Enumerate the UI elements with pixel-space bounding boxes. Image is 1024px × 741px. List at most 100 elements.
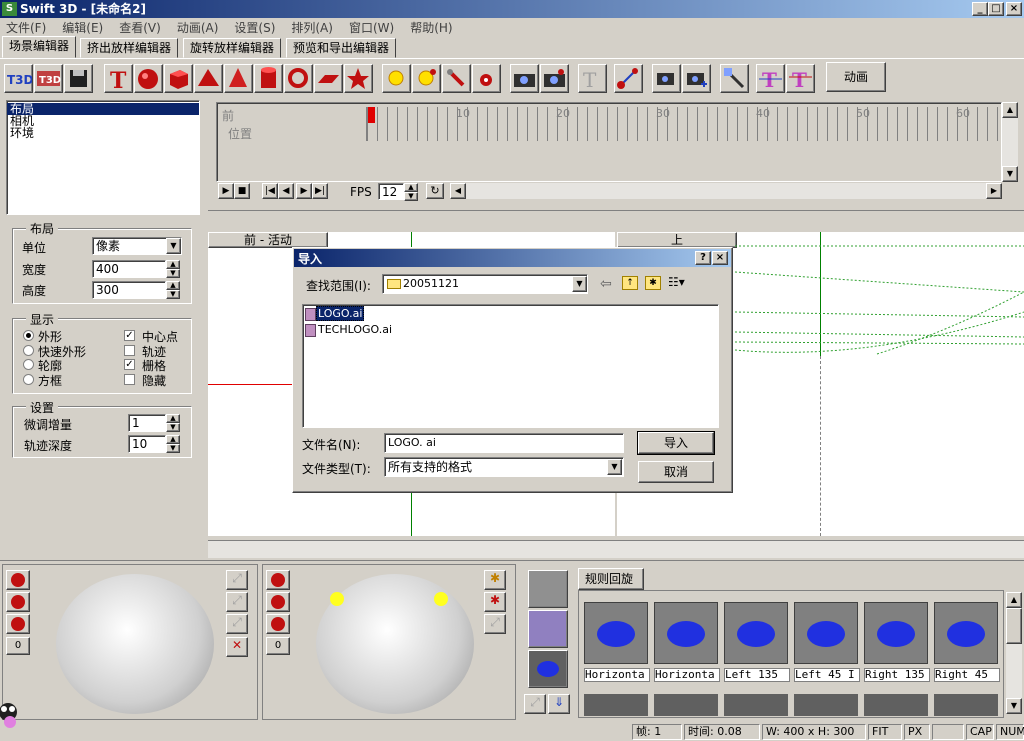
file-item-techlogo[interactable]: TECHLOGO.ai (305, 324, 394, 338)
unit-dropdown-icon[interactable]: ▼ (166, 238, 181, 254)
camera-target-icon[interactable] (540, 64, 569, 93)
trail-depth-stepper[interactable]: ▲ ▼ (166, 435, 180, 453)
reset-rotation-button[interactable]: 0 (6, 637, 30, 655)
text-edit-icon[interactable]: T (578, 64, 607, 93)
check-trail[interactable] (124, 345, 135, 356)
tree-item-camera[interactable]: 相机 (7, 115, 199, 127)
spot-light-icon[interactable] (442, 64, 471, 93)
path-node-icon[interactable] (614, 64, 643, 93)
light-handle-1[interactable] (330, 592, 344, 606)
front-viewport-header[interactable]: 前 - 活动 (208, 232, 328, 248)
text-magenta-icon[interactable]: T (756, 64, 785, 93)
filetype-dropdown-icon[interactable]: ▼ (607, 459, 622, 475)
next-frame-button[interactable]: ▶ (296, 183, 312, 199)
dialog-help-button[interactable]: ? (695, 251, 711, 265)
cylinder-icon[interactable] (254, 64, 283, 93)
torus-icon[interactable] (284, 64, 313, 93)
width-stepper[interactable]: ▲ ▼ (166, 260, 180, 278)
text-3d-alt-icon[interactable]: T3D (34, 64, 63, 93)
lookin-dropdown-icon[interactable]: ▼ (572, 276, 587, 292)
check-hidden[interactable] (124, 374, 135, 385)
add-light-button[interactable]: ✱ (484, 570, 506, 590)
light-rotate-z-button[interactable] (266, 614, 290, 634)
sphere-icon[interactable] (134, 64, 163, 93)
light-reset-button[interactable]: 0 (266, 637, 290, 655)
vscroll-up-button[interactable]: ▲ (1002, 102, 1018, 118)
last-frame-button[interactable]: ▶| (312, 183, 328, 199)
rotate-y-button[interactable] (6, 592, 30, 612)
gallery-scroll-thumb[interactable] (1006, 608, 1022, 644)
loop-icon[interactable]: ↻ (426, 183, 444, 199)
radio-fast-shape[interactable] (23, 345, 34, 356)
light-rotate-y-button[interactable] (266, 592, 290, 612)
gallery-thumb[interactable] (724, 602, 788, 664)
new-folder-icon[interactable]: ✱ (645, 276, 661, 290)
width-input[interactable]: 400 (92, 260, 166, 278)
nudge-stepper[interactable]: ▲ ▼ (166, 414, 180, 432)
light-option-button[interactable]: ⤢ (484, 614, 506, 634)
file-item-logo[interactable]: LOGO.ai (305, 306, 365, 322)
fps-input[interactable]: 12 (378, 183, 404, 200)
light-handle-2[interactable] (434, 592, 448, 606)
menu-help[interactable]: 帮助(H) (410, 21, 452, 35)
text-magenta-alt-icon[interactable]: T (786, 64, 815, 93)
gallery-material-button[interactable] (528, 570, 568, 608)
lock-axis-3-button[interactable]: ⤢ (226, 614, 248, 634)
menu-arrange[interactable]: 排列(A) (291, 21, 333, 35)
camera-view-icon[interactable] (652, 64, 681, 93)
height-stepper[interactable]: ▲ ▼ (166, 281, 180, 299)
lookin-select[interactable]: 20051121 (382, 274, 588, 294)
gallery-thumb[interactable] (654, 602, 718, 664)
restore-button[interactable]: □ (988, 2, 1004, 16)
rotate-x-button[interactable] (6, 570, 30, 590)
lock-axis-button[interactable]: ⤢ (226, 570, 248, 590)
light-rotate-x-button[interactable] (266, 570, 290, 590)
menu-edit[interactable]: 编辑(E) (62, 21, 103, 35)
scene-tree[interactable]: 布局 相机 环境 (6, 100, 200, 215)
minimize-button[interactable]: _ (972, 2, 988, 16)
animate-button[interactable]: 动画 (826, 62, 886, 92)
tab-preview-export[interactable]: 预览和导出编辑器 (286, 38, 397, 58)
menu-window[interactable]: 窗口(W) (349, 21, 394, 35)
gallery-animation-button[interactable] (528, 650, 568, 688)
tab-lathe-editor[interactable]: 旋转放样编辑器 (183, 38, 282, 58)
cone-icon[interactable] (224, 64, 253, 93)
trail-depth-input[interactable]: 10 (128, 435, 166, 453)
prev-frame-button[interactable]: ◀ (278, 183, 294, 199)
dialog-close-button[interactable]: × (712, 251, 728, 265)
gallery-thumb[interactable] (934, 602, 998, 664)
timeline-playhead[interactable] (368, 107, 375, 123)
gallery-tab[interactable]: 规则回旋 (578, 568, 644, 590)
gallery-drop-button[interactable]: ⇓ (548, 694, 570, 714)
close-button[interactable]: × (1006, 2, 1022, 16)
rotate-z-button[interactable] (6, 614, 30, 634)
tab-extrude-editor[interactable]: 挤出放样编辑器 (80, 38, 179, 58)
tree-item-environment[interactable]: 环境 (7, 127, 199, 139)
view-menu-icon[interactable]: ☷▾ (668, 276, 690, 290)
menu-view[interactable]: 查看(V) (119, 21, 161, 35)
star-icon[interactable] (344, 64, 373, 93)
filename-input[interactable]: LOGO. ai (384, 433, 624, 453)
pyramid-icon[interactable] (194, 64, 223, 93)
menu-animation[interactable]: 动画(A) (177, 21, 219, 35)
light-icon[interactable] (382, 64, 411, 93)
first-frame-button[interactable]: |◀ (262, 183, 278, 199)
light-point-icon[interactable] (412, 64, 441, 93)
menu-settings[interactable]: 设置(S) (234, 21, 275, 35)
gallery-apply-button[interactable]: ⤢ (524, 694, 546, 714)
radio-outline[interactable] (23, 359, 34, 370)
play-button[interactable]: ▶ (218, 183, 234, 199)
gallery-thumb[interactable] (864, 602, 928, 664)
radio-shape[interactable] (23, 330, 34, 341)
menu-file[interactable]: 文件(F) (6, 21, 46, 35)
lock-axis-2-button[interactable]: ⤢ (226, 592, 248, 612)
check-center[interactable]: ✓ (124, 330, 135, 341)
tab-scene-editor[interactable]: 场景编辑器 (2, 36, 77, 58)
tree-item-layout[interactable]: 布局 (7, 103, 199, 115)
check-grid[interactable]: ✓ (124, 359, 135, 370)
height-input[interactable]: 300 (92, 281, 166, 299)
import-ok-button[interactable]: 导入 (637, 431, 715, 455)
stop-button[interactable]: ■ (234, 183, 250, 199)
trackball-sphere[interactable] (56, 574, 214, 714)
save-icon[interactable] (64, 64, 93, 93)
